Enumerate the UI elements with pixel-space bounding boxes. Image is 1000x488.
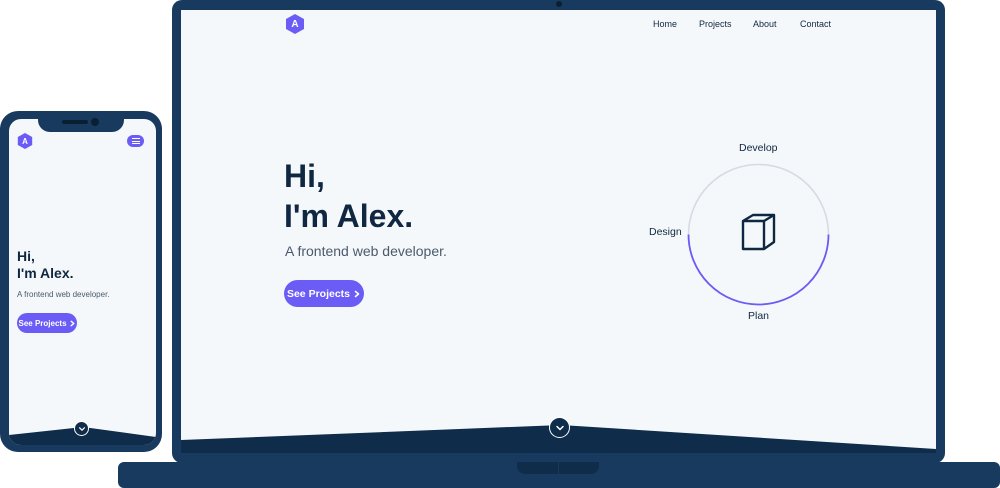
nav-link-home[interactable]: Home <box>653 19 677 29</box>
mobile-see-projects-button[interactable]: See Projects <box>17 313 77 333</box>
mobile-cta-label: See Projects <box>18 318 67 328</box>
mobile-scroll-down-button[interactable] <box>74 421 89 436</box>
laptop-notch-divider <box>558 462 559 474</box>
cycle-label-plan: Plan <box>748 310 770 322</box>
scroll-down-button[interactable] <box>549 417 570 438</box>
mobile-hero-subtitle: A frontend web developer. <box>17 290 110 299</box>
mobile-logo-icon[interactable]: A <box>17 133 33 149</box>
hero-subtitle: A frontend web developer. <box>285 243 447 259</box>
cta-label: See Projects <box>286 287 351 300</box>
mobile-logo-letter: A <box>22 136 28 146</box>
nav-link-projects[interactable]: Projects <box>699 19 732 29</box>
chevron-right-icon <box>70 320 75 326</box>
mobile-hero-greeting: Hi, <box>17 248 35 264</box>
hamburger-menu-icon[interactable] <box>127 135 144 147</box>
laptop-screen: A Home Projects About Contact Hi, I'm Al… <box>181 10 936 453</box>
hero-name: I'm Alex. <box>284 198 414 234</box>
logo-letter: A <box>291 18 299 30</box>
phone-screen: A Hi, I'm Alex. A frontend web developer… <box>9 119 156 445</box>
nav-link-about[interactable]: About <box>753 19 777 29</box>
site-logo-icon[interactable]: A <box>286 14 304 34</box>
mobile-hero-name: I'm Alex. <box>17 265 74 281</box>
cube-icon <box>741 213 776 251</box>
hero-greeting: Hi, <box>284 158 325 194</box>
chevron-down-icon <box>78 426 85 431</box>
nav-link-contact[interactable]: Contact <box>800 19 831 29</box>
phone-speaker <box>62 120 88 124</box>
cycle-label-design: Design <box>649 226 682 238</box>
laptop-camera <box>556 1 562 7</box>
chevron-right-icon <box>354 290 360 297</box>
phone-camera <box>91 118 99 126</box>
chevron-down-icon <box>555 425 564 430</box>
see-projects-button[interactable]: See Projects <box>284 280 364 307</box>
cycle-label-develop: Develop <box>739 142 778 154</box>
